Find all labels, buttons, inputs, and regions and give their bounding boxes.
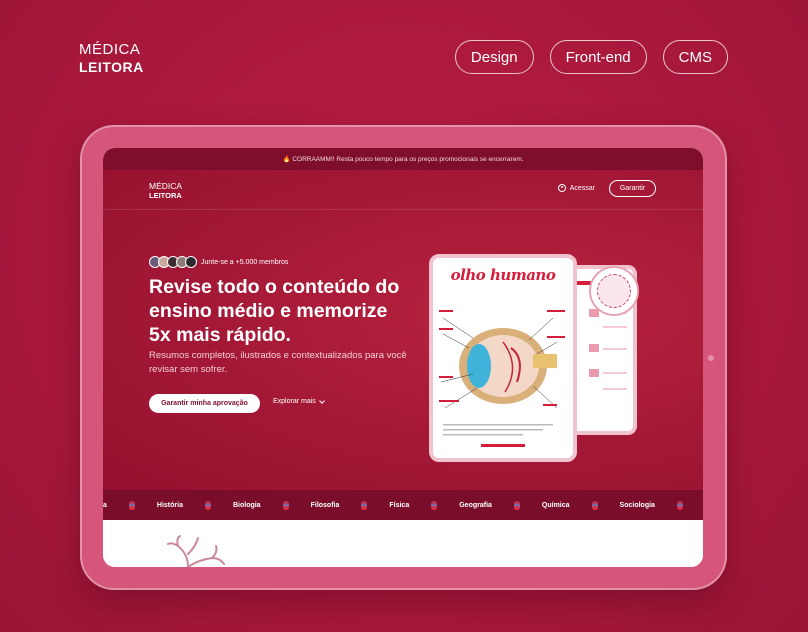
eye-anatomy-illustration [439, 310, 565, 447]
user-icon [557, 184, 566, 192]
explore-more-label: Explorar mais [273, 398, 316, 405]
site-logo-line-2: LEITORA [149, 190, 182, 200]
tag-cms[interactable]: CMS [662, 40, 728, 74]
portfolio-tags: Design Front-end CMS [454, 40, 728, 74]
hero-subtitle: Resumos completos, ilustrados e contextu… [149, 350, 407, 376]
announcement-bar: 🔥 CORRAAMM!! Resta pouco tempo para os p… [103, 148, 703, 170]
site-navbar: MÉDICA LEITORA Acessar Garantir [103, 170, 703, 210]
subject-item: Filosofia [310, 501, 340, 509]
heart-icon [204, 500, 211, 510]
chevron-down-icon [318, 397, 325, 404]
hero-headline: Revise todo o conteúdo do ensino médio e… [149, 276, 400, 347]
tag-front-end[interactable]: Front-end [549, 40, 647, 74]
portfolio-brand-logo: MÉDICA LEITORA [79, 42, 144, 74]
nav-cta-button[interactable]: Garantir [609, 180, 656, 197]
site-logo-line-1: MÉDICA [149, 181, 183, 191]
bronchi-illustration [167, 535, 225, 567]
mockup-tablet-front: olho humano [429, 254, 577, 462]
subject-item: a [103, 501, 107, 509]
heart-icon [361, 500, 368, 510]
subject-item: História [156, 501, 183, 509]
heart-icon [431, 500, 438, 510]
site-logo[interactable]: MÉDICA LEITORA [149, 182, 182, 199]
member-avatars [149, 256, 197, 268]
login-label: Acessar [569, 184, 595, 192]
subject-item: Sociologia [619, 501, 655, 509]
hero-section: MÉDICA LEITORA Acessar Garantir Junte-se… [103, 170, 703, 490]
tablet-camera [708, 355, 714, 361]
explore-more-button[interactable]: Explorar mais [273, 397, 325, 405]
brand-line-2: LEITORA [79, 59, 144, 75]
doctor-avatar [597, 274, 631, 308]
subject-item: Biologia [232, 501, 261, 509]
brand-line-1: MÉDICA [79, 41, 141, 58]
next-section-preview [103, 520, 703, 567]
heart-icon [676, 500, 683, 510]
subject-item: Física [389, 501, 410, 509]
guarantee-approval-button[interactable]: Garantir minha aprovação [149, 394, 260, 413]
members-text: Junte-se a +5.000 membros [201, 258, 289, 266]
avatar [185, 256, 197, 268]
subject-item: Geografia [459, 501, 492, 509]
tag-design[interactable]: Design [454, 40, 534, 74]
heart-icon [513, 500, 520, 510]
announcement-text: 🔥 CORRAAMM!! Resta pouco tempo para os p… [282, 156, 524, 163]
login-link[interactable]: Acessar [557, 184, 595, 192]
doctor-badge-seal [589, 266, 639, 316]
subject-item: Química [541, 501, 570, 509]
heart-icon [282, 500, 289, 510]
subjects-ticker: a História Biologia Filosofia Física Geo… [103, 490, 703, 520]
heart-icon [591, 500, 598, 510]
tablet-screen: 🔥 CORRAAMM!! Resta pouco tempo para os p… [103, 148, 703, 567]
heart-icon [128, 500, 135, 510]
members-social-proof: Junte-se a +5.000 membros [149, 256, 288, 268]
